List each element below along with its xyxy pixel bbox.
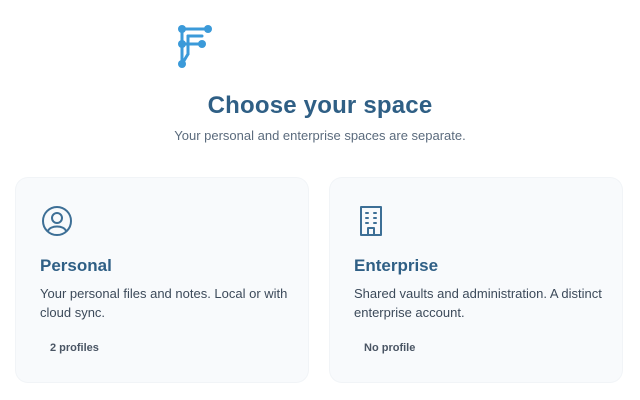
user-circle-icon <box>42 206 72 236</box>
enterprise-space-card[interactable]: Enterprise Shared vaults and administrat… <box>330 178 622 382</box>
space-chooser-page: Choose your space Your personal and ente… <box>0 0 640 400</box>
personal-profile-count: 2 profiles <box>50 342 99 354</box>
page-subtitle: Your personal and enterprise spaces are … <box>174 128 466 143</box>
page-title: Choose your space <box>207 92 433 119</box>
enterprise-profile-status: No profile <box>364 342 416 354</box>
building-icon <box>360 206 382 236</box>
app-logo-icon <box>178 25 212 68</box>
personal-card-description: Your personal files and notes. Local or … <box>40 286 288 320</box>
personal-space-card[interactable]: Personal Your personal files and notes. … <box>16 178 308 382</box>
enterprise-card-title: Enterprise <box>354 256 439 275</box>
enterprise-card-description: Shared vaults and administration. A dist… <box>354 286 602 320</box>
personal-card-title: Personal <box>40 256 112 275</box>
